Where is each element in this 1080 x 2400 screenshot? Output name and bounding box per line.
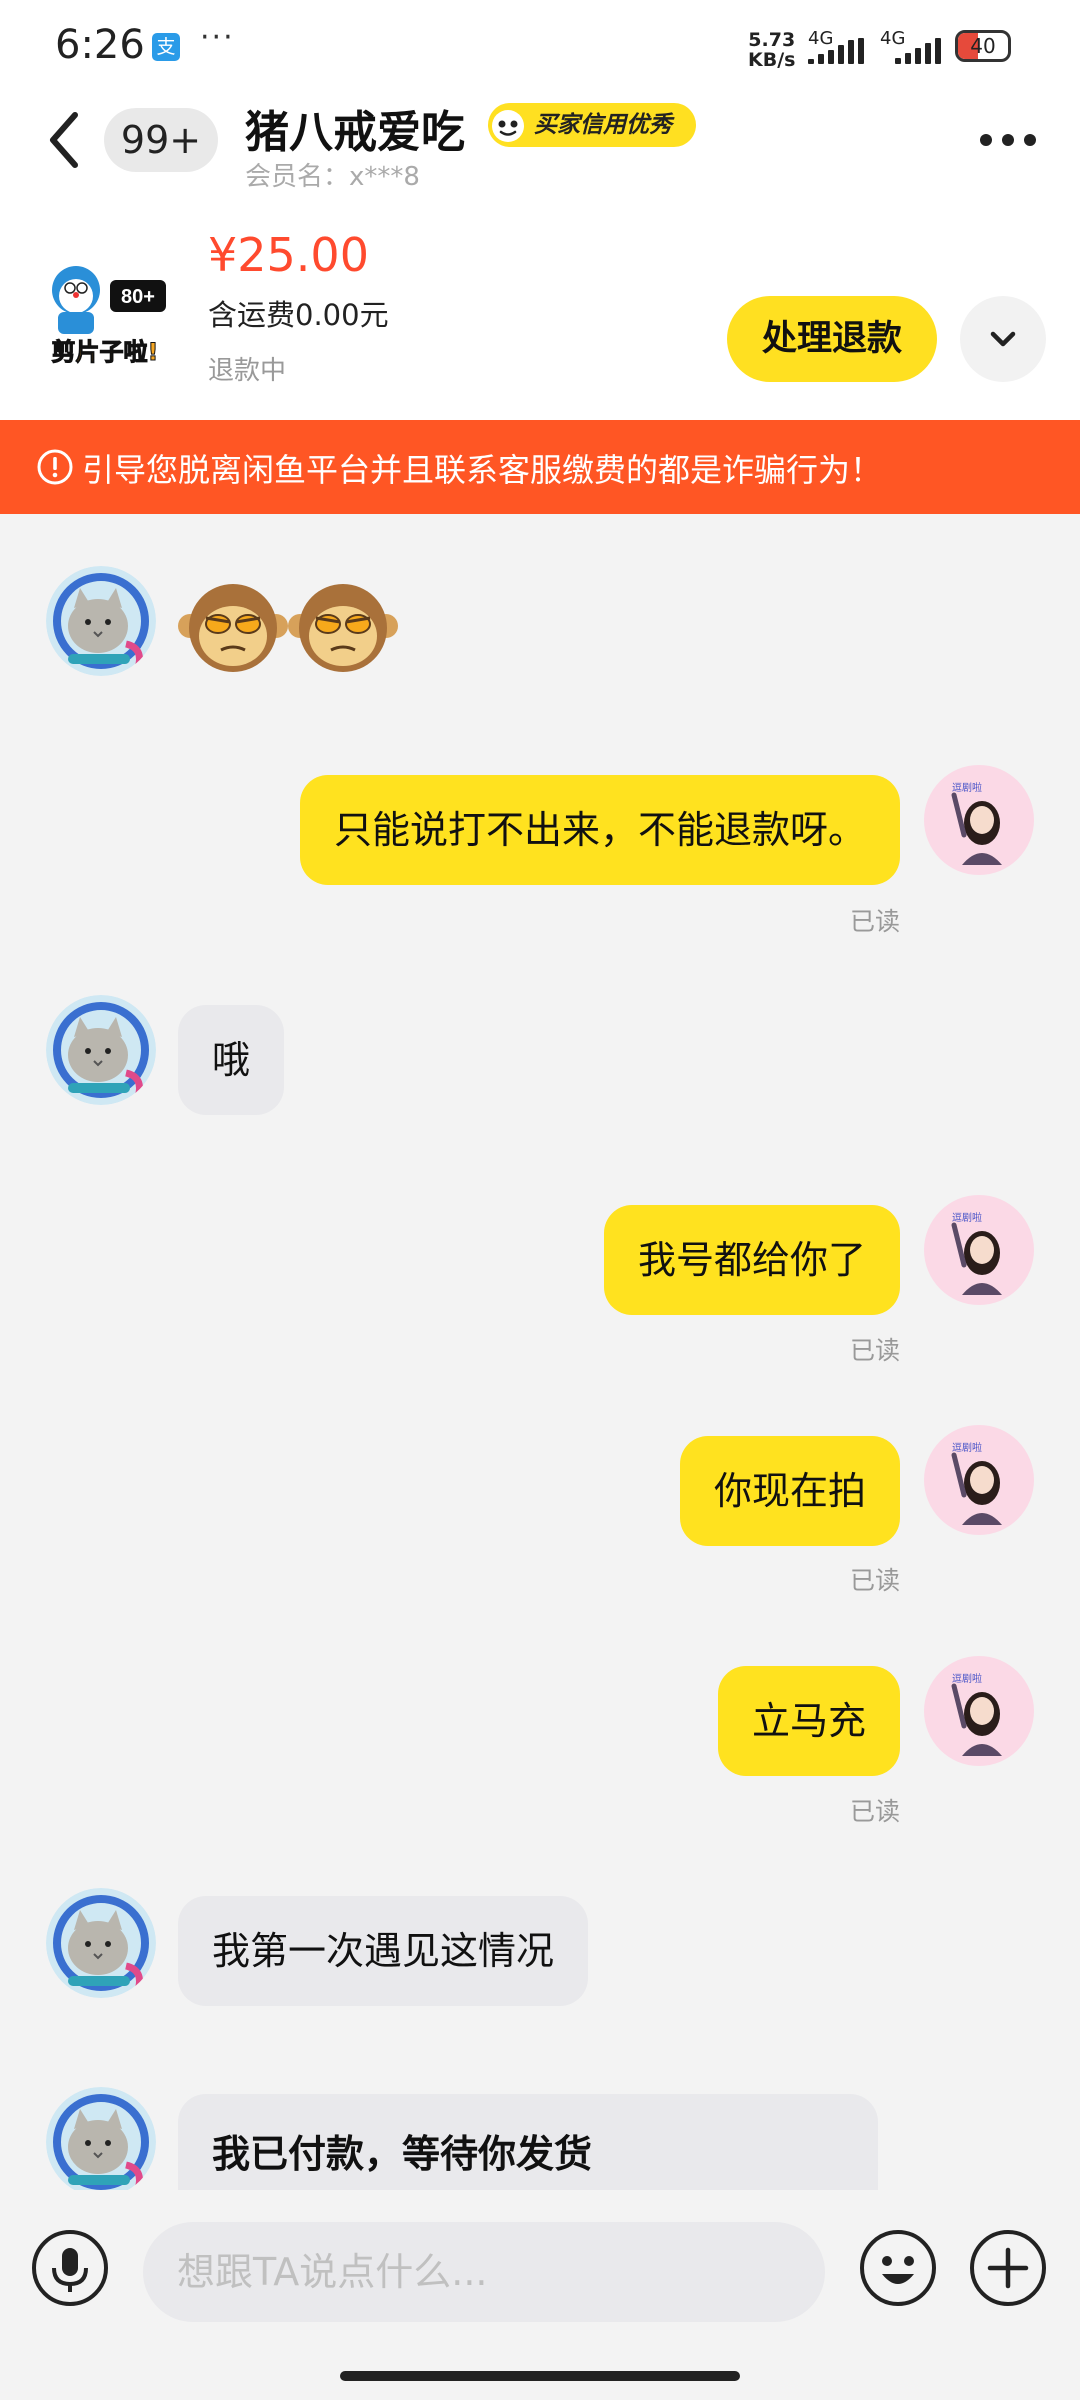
smiley-face-icon — [492, 110, 524, 142]
more-options-icon[interactable] — [978, 132, 1038, 148]
seller-avatar[interactable] — [46, 2087, 156, 2197]
network-speed-unit: KB/s — [748, 49, 796, 71]
cat-avatar-image — [46, 1888, 156, 1998]
message-bubble-received[interactable]: 我第一次遇见这情况 — [178, 1896, 589, 2006]
product-price: ¥25.00 — [208, 228, 369, 282]
emoji-icon[interactable] — [858, 2228, 938, 2308]
notification-more-icon: ··· — [200, 20, 235, 55]
product-thumbnail-caption: 剪片子啦! — [52, 338, 159, 366]
battery-level: 40 — [970, 34, 996, 58]
network-speed: 5.73 KB/s — [748, 30, 795, 70]
avatar-caption: 逗剧啦 — [952, 1441, 982, 1454]
my-avatar[interactable]: 逗剧啦 — [924, 1195, 1034, 1305]
monkey-face-icon[interactable] — [288, 578, 398, 678]
message-input[interactable] — [143, 2222, 825, 2322]
message-bubble-sent[interactable]: 我号都给你了 — [603, 1205, 900, 1315]
chevron-down-icon — [990, 331, 1016, 347]
fraud-warning-text: 引导您脱离闲鱼平台并且联系客服缴费的都是诈骗行为！ — [82, 451, 883, 489]
my-avatar[interactable]: 逗剧啦 — [924, 1425, 1034, 1535]
battery-icon: 40 — [955, 30, 1011, 62]
avatar-caption: 逗剧啦 — [952, 1672, 982, 1685]
girl-avatar-image: 逗剧啦 — [951, 1211, 1002, 1295]
signal-1-bars-icon — [808, 38, 864, 64]
girl-avatar-image: 逗剧啦 — [951, 781, 1002, 865]
home-indicator[interactable] — [340, 2371, 740, 2381]
handle-refund-button[interactable]: 处理退款 — [727, 296, 937, 382]
alipay-notification-icon: 支 — [152, 33, 180, 61]
order-status: 退款中 — [208, 356, 287, 386]
back-arrow-icon[interactable] — [45, 105, 85, 175]
network-speed-value: 5.73 — [748, 29, 796, 51]
cat-avatar-image — [46, 2087, 156, 2197]
message-bubble-received[interactable]: 哦 — [178, 1005, 285, 1115]
seller-avatar[interactable] — [46, 566, 156, 676]
read-status: 已读 — [849, 1566, 900, 1595]
seller-avatar[interactable] — [46, 1888, 156, 1998]
read-status: 已读 — [849, 1797, 900, 1826]
expand-button[interactable] — [960, 296, 1046, 382]
my-avatar[interactable]: 逗剧啦 — [924, 765, 1034, 875]
cat-avatar-image — [46, 995, 156, 1105]
seller-avatar[interactable] — [46, 995, 156, 1105]
member-name: 会员名：x***8 — [245, 162, 420, 192]
product-thumbnail-image: 80+ 剪片子啦! — [51, 266, 166, 367]
my-avatar[interactable]: 逗剧啦 — [924, 1656, 1034, 1766]
message-bubble-sent[interactable]: 你现在拍 — [679, 1436, 900, 1546]
plus-icon[interactable] — [968, 2228, 1048, 2308]
chat-title: 猪八戒爱吃 — [245, 107, 465, 158]
cat-avatar-image — [46, 566, 156, 676]
status-time: 6:26 — [55, 22, 145, 68]
exclamation-circle-icon — [37, 449, 73, 485]
monkey-face-icon[interactable] — [178, 578, 288, 678]
girl-avatar-image: 逗剧啦 — [951, 1672, 1002, 1756]
avatar-caption: 逗剧啦 — [952, 781, 982, 794]
message-bubble-sent[interactable]: 只能说打不出来，不能退款呀。 — [299, 775, 900, 885]
signal-2-bars-icon — [895, 38, 941, 64]
unread-count-badge[interactable]: 99+ — [104, 108, 218, 172]
avatar-caption: 逗剧啦 — [952, 1211, 982, 1224]
product-thumbnail[interactable]: 80+ 剪片子啦! — [40, 250, 170, 380]
product-shipping: 含运费0.00元 — [208, 298, 389, 332]
girl-avatar-image: 逗剧啦 — [951, 1441, 1002, 1525]
message-bubble-sent[interactable]: 立马充 — [717, 1666, 900, 1776]
product-thumbnail-badge: 80+ — [121, 286, 155, 308]
read-status: 已读 — [849, 1336, 900, 1365]
microphone-icon[interactable] — [30, 2228, 110, 2308]
read-status: 已读 — [849, 907, 900, 936]
